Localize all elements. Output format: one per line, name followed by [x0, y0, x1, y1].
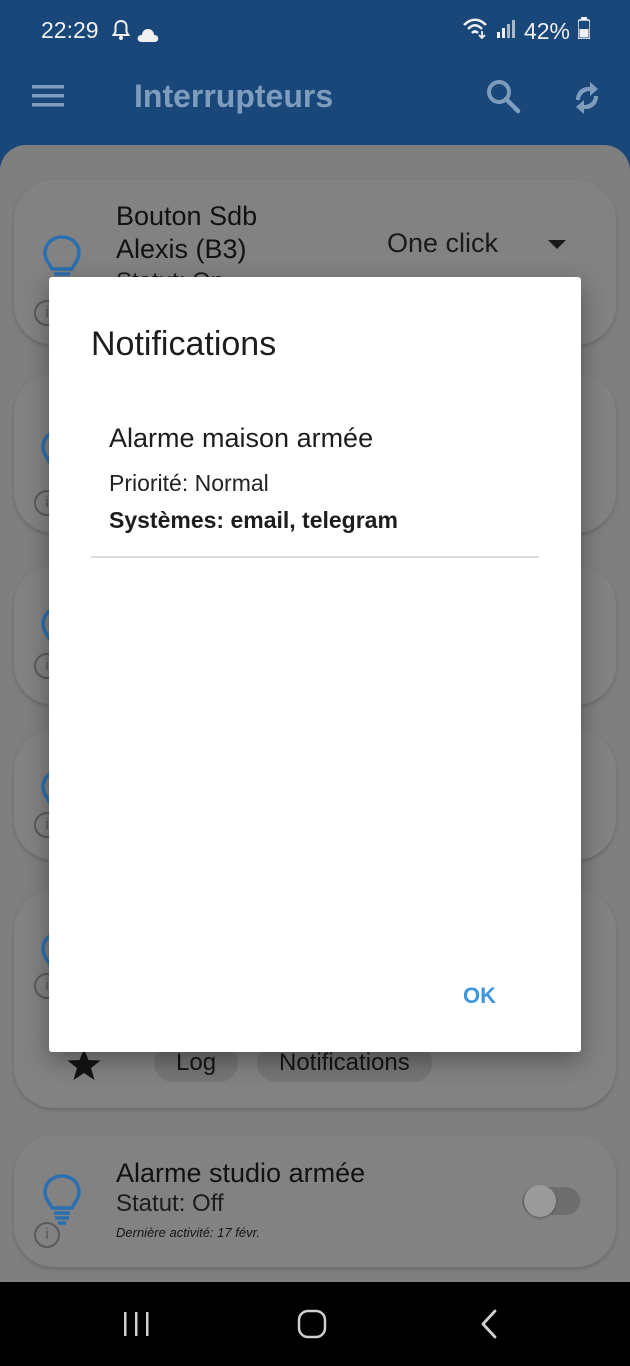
- click-mode-select[interactable]: One click: [387, 228, 498, 259]
- card-status: Statut: Off: [116, 1190, 224, 1217]
- page-title: Interrupteurs: [134, 78, 334, 114]
- battery-percent: 42%: [523, 17, 570, 44]
- wifi-icon: [462, 17, 488, 45]
- search-icon[interactable]: [485, 78, 525, 118]
- bell-icon: [111, 19, 131, 47]
- status-right: 42%: [462, 17, 591, 45]
- divider: [91, 556, 539, 558]
- notification-priority: Priorité: Normal: [109, 470, 269, 496]
- card-title-line2: Alexis (B3): [116, 234, 247, 264]
- switch-toggle[interactable]: [522, 1185, 580, 1217]
- notifications-dialog: Notifications Alarme maison armée Priori…: [49, 277, 581, 1052]
- card-title: Bouton Sdb: [116, 201, 258, 231]
- signal-icon: [496, 18, 516, 45]
- battery-icon: [577, 17, 591, 45]
- system-nav-bar: [0, 1282, 630, 1366]
- sync-icon[interactable]: [568, 78, 608, 118]
- info-icon[interactable]: i: [34, 1222, 60, 1248]
- menu-icon[interactable]: [30, 78, 70, 118]
- ok-button[interactable]: OK: [463, 983, 496, 1009]
- toggle-knob: [524, 1185, 556, 1217]
- dialog-title: Notifications: [91, 325, 277, 363]
- chevron-down-icon[interactable]: [548, 240, 566, 249]
- home-icon[interactable]: [294, 1306, 330, 1342]
- notification-systems: Systèmes: email, telegram: [109, 507, 398, 533]
- card-last-activity: Dernière activité: 17 févr.: [116, 1225, 261, 1240]
- back-icon[interactable]: [472, 1306, 508, 1342]
- status-bar: 22:29 42%: [0, 14, 630, 48]
- bulb-icon: [43, 1174, 81, 1225]
- card-title: Alarme studio armée: [116, 1158, 366, 1188]
- status-time: 22:29: [41, 17, 99, 43]
- star-icon[interactable]: [66, 1048, 102, 1082]
- cloud-icon: [136, 22, 160, 49]
- recent-apps-icon[interactable]: [118, 1306, 154, 1342]
- notification-name: Alarme maison armée: [109, 423, 374, 453]
- switch-card[interactable]: Alarme studio armée Statut: Off Dernière…: [14, 1135, 616, 1267]
